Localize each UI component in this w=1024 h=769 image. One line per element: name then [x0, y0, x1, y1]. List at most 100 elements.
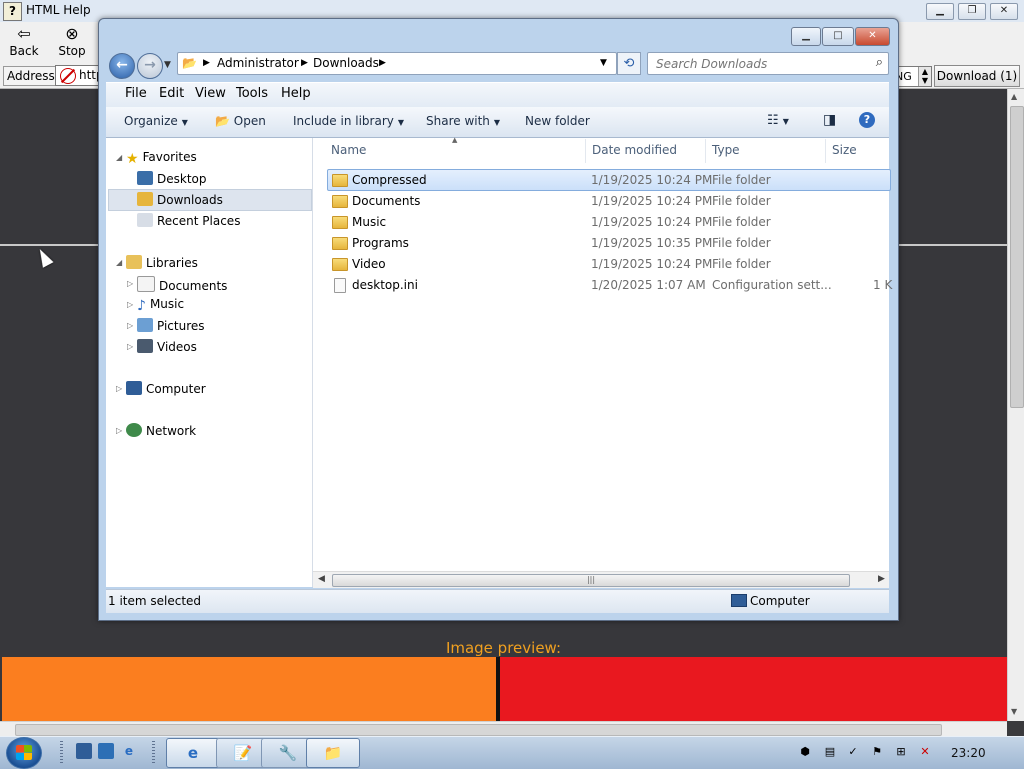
spinner-icon[interactable]: ▲ ▼	[918, 67, 931, 86]
vertical-scrollbar[interactable]: ▲ ▼	[1007, 89, 1024, 721]
nav-desktop[interactable]: Desktop	[137, 171, 207, 186]
start-button[interactable]	[6, 737, 42, 769]
scroll-right-icon[interactable]: ▶	[878, 574, 885, 584]
preview-pane-icon[interactable]: ◨	[823, 112, 836, 128]
preview-orange-block	[2, 657, 496, 721]
clock[interactable]: 23:20	[951, 746, 986, 760]
tray-document-icon[interactable]: ▤	[823, 745, 837, 759]
close-button[interactable]: ✕	[855, 27, 890, 46]
file-name[interactable]: Music	[352, 215, 386, 229]
open-button[interactable]: 📂 Open	[215, 114, 266, 128]
search-box[interactable]: ⌕	[647, 52, 889, 75]
menu-tools[interactable]: Tools	[236, 86, 268, 101]
file-name[interactable]: desktop.ini	[352, 278, 418, 292]
nav-documents[interactable]: Documents	[137, 276, 227, 293]
scroll-down-icon[interactable]: ▼	[1011, 707, 1017, 716]
nav-desktop-label: Desktop	[157, 172, 207, 186]
column-separator[interactable]	[585, 139, 586, 163]
help-icon[interactable]: ?	[859, 112, 875, 128]
column-separator[interactable]	[825, 139, 826, 163]
hscroll-thumb[interactable]: |||	[332, 574, 850, 587]
breadcrumb-downloads[interactable]: Downloads	[313, 56, 379, 70]
menu-file[interactable]: File	[125, 86, 147, 101]
menu-view[interactable]: View	[195, 86, 226, 101]
column-header-type[interactable]: Type	[712, 143, 740, 157]
hh-minimize-button[interactable]: ▁	[926, 3, 954, 20]
taskbar-explorer[interactable]: 📁	[306, 738, 360, 768]
toolbar-gripper[interactable]	[60, 741, 63, 763]
nav-downloads[interactable]: Downloads	[137, 192, 223, 207]
file-name[interactable]: Documents	[352, 194, 420, 208]
nav-recent-places[interactable]: Recent Places	[137, 213, 240, 228]
breadcrumb-administrator[interactable]: Administrator	[217, 56, 299, 70]
show-desktop-icon[interactable]	[76, 743, 92, 759]
include-in-library-button[interactable]: Include in library ▼	[293, 114, 404, 128]
nav-favorites[interactable]: ★ Favorites	[126, 150, 197, 167]
share-with-button[interactable]: Share with ▼	[426, 114, 500, 128]
new-folder-button[interactable]: New folder	[525, 114, 590, 128]
hh-restore-button[interactable]: ❐	[958, 3, 986, 20]
network-icon[interactable]: ⊞	[894, 745, 908, 759]
column-separator[interactable]	[705, 139, 706, 163]
chevron-right-icon[interactable]: ▶	[379, 58, 386, 68]
ng-field[interactable]: NG ▲ ▼	[894, 66, 932, 87]
maximize-button[interactable]: □	[822, 27, 854, 46]
nav-libraries[interactable]: Libraries	[126, 255, 198, 270]
collapse-arrow-icon[interactable]: ◢	[116, 258, 122, 267]
menu-help[interactable]: Help	[281, 86, 311, 101]
download-button[interactable]: Download (1)	[934, 65, 1020, 87]
column-header-date-modified[interactable]: Date modified	[592, 143, 677, 157]
view-options-icon[interactable]: ☷ ▼	[767, 113, 789, 128]
back-button[interactable]: ←	[109, 53, 135, 79]
file-name[interactable]: Programs	[352, 236, 409, 250]
refresh-button[interactable]: ⟲	[617, 52, 641, 75]
taskbar-internet-explorer[interactable]: e	[166, 738, 220, 768]
organize-button[interactable]: Organize ▼	[124, 114, 188, 128]
nav-videos[interactable]: Videos	[137, 339, 197, 354]
search-icon[interactable]: ⌕	[876, 55, 883, 70]
stop-toolbar-button[interactable]: ⊗ Stop	[50, 24, 94, 58]
breadcrumb[interactable]: 📂 ▶ Administrator ▶ Downloads ▶ ▼	[177, 52, 617, 75]
horizontal-scrollbar[interactable]	[0, 721, 1007, 737]
search-input[interactable]	[654, 55, 863, 73]
back-toolbar-button[interactable]: ⇦ Back	[2, 24, 46, 58]
column-header-size[interactable]: Size	[832, 143, 857, 157]
column-header-name[interactable]: Name	[331, 143, 366, 157]
scroll-thumb[interactable]	[1010, 106, 1024, 408]
minimize-button[interactable]: ▁	[791, 27, 821, 46]
chevron-right-icon[interactable]: ▶	[301, 58, 308, 68]
tray-network-green-icon[interactable]: ⬢	[798, 745, 812, 759]
action-center-flag-icon[interactable]: ⚑	[870, 745, 884, 759]
scroll-left-icon[interactable]: ◀	[318, 574, 325, 584]
recent-pages-dropdown-icon[interactable]: ▼	[164, 60, 171, 70]
toolbar-gripper[interactable]	[152, 741, 155, 763]
file-name[interactable]: Compressed	[352, 173, 427, 187]
expand-arrow-icon[interactable]: ▷	[127, 321, 133, 330]
file-date: 1/19/2025 10:35 PM	[591, 236, 713, 250]
nav-computer[interactable]: Computer	[126, 381, 206, 396]
expand-arrow-icon[interactable]: ▷	[127, 279, 133, 288]
tray-security-icon[interactable]: ✓	[846, 745, 860, 759]
nav-network[interactable]: Network	[126, 423, 196, 438]
menu-edit[interactable]: Edit	[159, 86, 184, 101]
expand-arrow-icon[interactable]: ▷	[127, 300, 133, 309]
expand-arrow-icon[interactable]: ▷	[116, 384, 122, 393]
address-field[interactable]: http	[55, 65, 103, 86]
nav-pictures[interactable]: Pictures	[137, 318, 205, 333]
scroll-up-icon[interactable]: ▲	[1011, 92, 1017, 101]
hh-close-button[interactable]: ✕	[990, 3, 1018, 20]
expand-arrow-icon[interactable]: ▷	[116, 426, 122, 435]
expand-arrow-icon[interactable]: ▷	[127, 342, 133, 351]
switch-windows-icon[interactable]	[98, 743, 114, 759]
chevron-right-icon[interactable]: ▶	[203, 58, 210, 68]
nav-music[interactable]: ♪ Music	[137, 297, 184, 314]
forward-button[interactable]: →	[137, 53, 163, 79]
file-name[interactable]: Video	[352, 257, 386, 271]
hscroll-thumb[interactable]	[15, 724, 942, 736]
collapse-arrow-icon[interactable]: ◢	[116, 153, 122, 162]
volume-muted-icon[interactable]: ✕	[918, 745, 932, 759]
file-pane-hscrollbar[interactable]: ◀ ||| ▶	[313, 571, 889, 588]
address-dropdown-icon[interactable]: ▼	[600, 58, 607, 68]
internet-explorer-icon[interactable]: e	[121, 743, 137, 759]
blocked-page-icon	[60, 68, 76, 84]
